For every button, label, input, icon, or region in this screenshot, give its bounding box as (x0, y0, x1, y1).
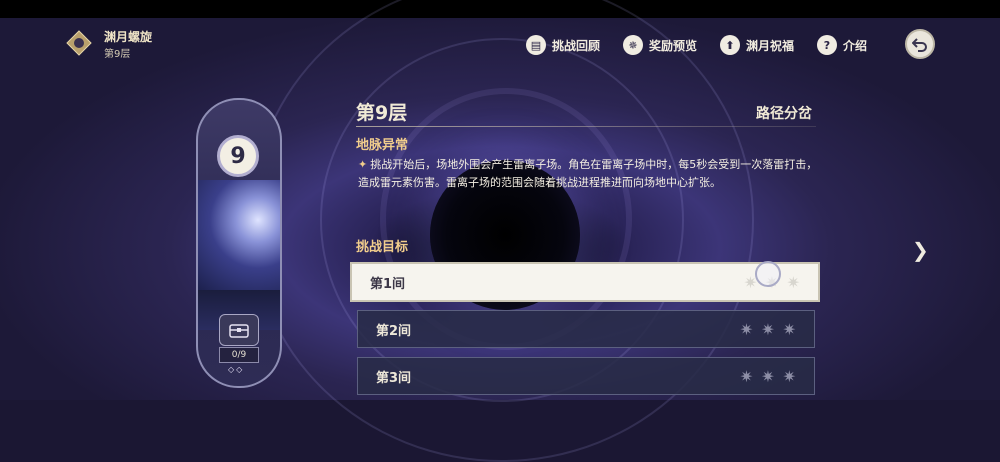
next-floor-arrow-icon[interactable]: ❯ (912, 238, 929, 262)
chamber-label: 第3间 (376, 370, 412, 386)
star-icon: ✷ (761, 366, 775, 386)
intro-button[interactable]: ? 介绍 (817, 34, 867, 56)
blessing-icon: ⬆ (720, 35, 740, 55)
floor-subtitle: 第9层 (104, 49, 131, 60)
chamber-label: 第2间 (376, 323, 412, 339)
chamber-1-row[interactable]: 第1间 ✷ ✷ ✷ (350, 262, 820, 302)
diamond-indicator: ◇◇ (228, 365, 245, 374)
reward-preview-label: 奖励预览 (649, 38, 698, 53)
chamber-stars: ✷ ✷ ✷ (740, 320, 796, 339)
challenge-goal-title: 挑战目标 (356, 240, 409, 255)
star-icon: ✷ (761, 319, 775, 339)
star-icon: ✷ (739, 319, 754, 339)
star-icon: ✷ (786, 272, 800, 292)
floor-artwork (198, 180, 280, 330)
help-icon: ? (817, 35, 837, 55)
ley-line-description: ✦ 挑战开始后，场地外围会产生雷离子场。角色在雷离子场中时，每5秒会受到一次落雷打… (358, 156, 820, 192)
challenge-review-label: 挑战回顾 (552, 38, 601, 53)
bullet-star-icon: ✦ (358, 158, 368, 171)
reward-preview-button[interactable]: ✵ 奖励预览 (623, 34, 697, 56)
challenge-review-button[interactable]: ▤ 挑战回顾 (526, 34, 600, 56)
ley-line-description-text: 挑战开始后，场地外围会产生雷离子场。角色在雷离子场中时，每5秒会受到一次落雷打击… (358, 158, 818, 189)
star-icon: ✷ (739, 366, 754, 386)
mode-title: 渊月螺旋 (104, 30, 153, 44)
path-branch-label: 路径分岔 (756, 106, 812, 122)
ley-line-disorder-title: 地脉异常 (356, 138, 409, 153)
blessing-label: 渊月祝福 (746, 38, 795, 53)
gear-star-icon: ✵ (623, 35, 643, 55)
book-icon: ▤ (526, 35, 546, 55)
star-icon: ✷ (782, 366, 796, 386)
back-button[interactable] (905, 29, 935, 59)
floor-number-badge: 9 (217, 135, 259, 177)
star-icon: ✷ (782, 319, 796, 339)
abyss-emblem-icon (66, 30, 92, 56)
floor-title: 第9层 (356, 102, 408, 124)
chest-icon (229, 324, 249, 338)
chamber-2-row[interactable]: 第2间 ✷ ✷ ✷ (357, 310, 815, 348)
chamber-label: 第1间 (370, 276, 406, 292)
divider (356, 126, 816, 127)
reward-chest-button[interactable] (219, 314, 259, 346)
chamber-stars: ✷ ✷ ✷ (740, 367, 796, 386)
touch-cursor (755, 261, 781, 287)
back-icon (912, 38, 927, 52)
blessing-button[interactable]: ⬆ 渊月祝福 (720, 34, 794, 56)
chamber-3-row[interactable]: 第3间 ✷ ✷ ✷ (357, 357, 815, 395)
star-counter: 0/9 (219, 347, 259, 363)
intro-label: 介绍 (843, 38, 868, 53)
